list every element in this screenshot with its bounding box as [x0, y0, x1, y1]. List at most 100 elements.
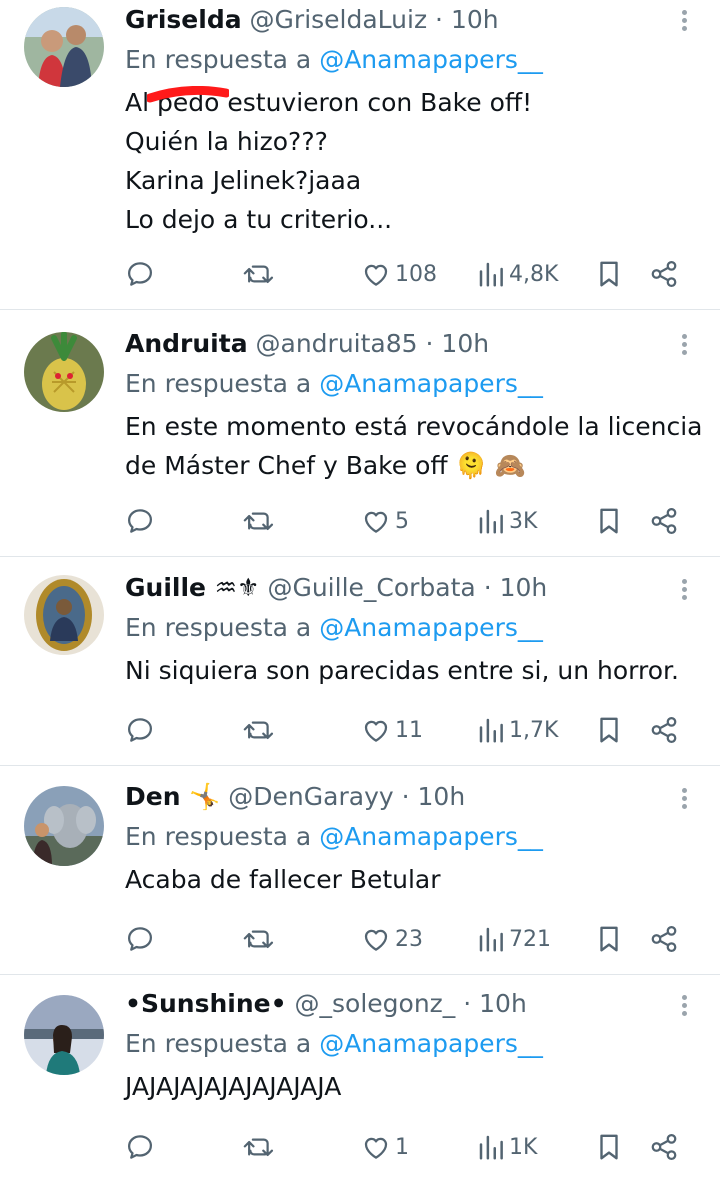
reply-mention[interactable]: @Anamapapers__: [319, 1029, 543, 1058]
avatar[interactable]: [24, 575, 104, 655]
view-count: 4,8K: [509, 261, 559, 287]
like-icon: [364, 511, 388, 533]
reply-button[interactable]: [125, 503, 155, 539]
more-icon[interactable]: [678, 579, 690, 603]
share-icon: [651, 508, 677, 534]
tweet-line: Karina Jelinek?jaaa: [125, 166, 362, 195]
handle[interactable]: @andruita85: [256, 329, 418, 358]
handle[interactable]: @_solegonz_: [295, 989, 456, 1018]
reply-mention[interactable]: @Anamapapers__: [319, 45, 543, 74]
retweet-button[interactable]: [243, 712, 275, 748]
handle[interactable]: @Guille_Corbata: [267, 573, 475, 602]
more-icon[interactable]: [678, 995, 690, 1019]
retweet-button[interactable]: [243, 921, 275, 957]
handle[interactable]: @GriseldaLuiz: [250, 5, 428, 34]
tweet-line: Acaba de fallecer Betular: [125, 865, 441, 894]
display-name[interactable]: Den 🤸: [125, 782, 220, 811]
bookmark-icon: [600, 1134, 618, 1160]
avatar[interactable]: [24, 786, 104, 866]
retweet-button[interactable]: [243, 1129, 275, 1165]
tweet-line: JAJAJAJAJAJAJAJAJA: [125, 1072, 342, 1101]
more-icon[interactable]: [678, 10, 690, 34]
timestamp[interactable]: · 10h: [484, 573, 548, 602]
redaction-mark: [147, 86, 229, 103]
reply-button[interactable]: [125, 712, 155, 748]
bookmark-button[interactable]: [595, 503, 623, 539]
share-button[interactable]: [649, 503, 679, 539]
retweet-icon: [243, 512, 274, 531]
reply-button[interactable]: [125, 1129, 155, 1165]
timestamp[interactable]: · 10h: [435, 5, 499, 34]
like-button[interactable]: 23: [361, 921, 423, 957]
like-button[interactable]: 1: [361, 1129, 409, 1165]
share-button[interactable]: [649, 712, 679, 748]
like-icon: [364, 929, 388, 951]
tweet-header: Andruita @andruita85 · 10h: [125, 324, 670, 364]
tweet[interactable]: Den 🤸 @DenGarayy · 10h En respuesta a @A…: [0, 766, 720, 975]
bookmark-button[interactable]: [595, 921, 623, 957]
reply-prefix: En respuesta a: [125, 822, 312, 851]
handle[interactable]: @DenGarayy: [228, 782, 393, 811]
tweet-line: En este momento está revocándole la lice…: [125, 412, 703, 441]
avatar[interactable]: [24, 7, 104, 87]
more-icon[interactable]: [678, 334, 690, 358]
timestamp[interactable]: · 10h: [402, 782, 466, 811]
reply-button[interactable]: [125, 921, 155, 957]
reply-context: En respuesta a @Anamapapers__: [125, 364, 670, 404]
display-name[interactable]: Andruita: [125, 329, 248, 358]
views-icon: [479, 927, 503, 952]
share-icon: [651, 1134, 677, 1160]
tweet-header: Guille ♒⚜ @Guille_Corbata · 10h: [125, 568, 670, 608]
share-icon: [651, 926, 677, 952]
share-button[interactable]: [649, 256, 679, 292]
like-count: 11: [395, 717, 423, 743]
share-button[interactable]: [649, 921, 679, 957]
bookmark-button[interactable]: [595, 256, 623, 292]
views-icon: [479, 1135, 503, 1160]
reply-icon: [128, 1135, 152, 1159]
tweet[interactable]: Guille ♒⚜ @Guille_Corbata · 10h En respu…: [0, 557, 720, 766]
share-icon: [651, 261, 677, 287]
views-icon: [479, 718, 503, 743]
reply-button[interactable]: [125, 256, 155, 292]
avatar[interactable]: [24, 332, 104, 412]
action-bar: 11 1,7K: [125, 712, 684, 748]
like-button[interactable]: 108: [361, 256, 437, 292]
retweet-icon: [243, 1138, 274, 1157]
bookmark-icon: [600, 717, 618, 743]
avatar[interactable]: [24, 995, 104, 1075]
timestamp[interactable]: · 10h: [463, 989, 527, 1018]
like-button[interactable]: 5: [361, 503, 409, 539]
like-count: 5: [395, 508, 409, 534]
views-button[interactable]: 1K: [477, 1129, 537, 1165]
retweet-button[interactable]: [243, 256, 275, 292]
like-button[interactable]: 11: [361, 712, 423, 748]
bookmark-button[interactable]: [595, 712, 623, 748]
reply-mention[interactable]: @Anamapapers__: [319, 822, 543, 851]
like-icon: [364, 1137, 388, 1159]
more-icon[interactable]: [678, 788, 690, 812]
reply-context: En respuesta a @Anamapapers__: [125, 40, 670, 80]
display-name[interactable]: Guille ♒⚜: [125, 573, 260, 602]
tweet-header: Griselda @GriseldaLuiz · 10h: [125, 0, 670, 40]
share-icon: [651, 717, 677, 743]
reply-prefix: En respuesta a: [125, 613, 312, 642]
views-button[interactable]: 1,7K: [477, 712, 558, 748]
reply-context: En respuesta a @Anamapapers__: [125, 608, 670, 648]
tweet[interactable]: •Sunshine• @_solegonz_ · 10h En respuest…: [0, 975, 720, 1178]
display-name[interactable]: Griselda: [125, 5, 242, 34]
views-button[interactable]: 3K: [477, 503, 537, 539]
retweet-button[interactable]: [243, 503, 275, 539]
bookmark-button[interactable]: [595, 1129, 623, 1165]
views-button[interactable]: 721: [477, 921, 551, 957]
share-button[interactable]: [649, 1129, 679, 1165]
tweet-line: de Máster Chef y Bake off 🫠 🙈: [125, 451, 526, 480]
tweet[interactable]: Griselda @GriseldaLuiz · 10h En respuest…: [0, 0, 720, 310]
view-count: 1K: [509, 1134, 538, 1160]
tweet[interactable]: Andruita @andruita85 · 10h En respuesta …: [0, 310, 720, 557]
timestamp[interactable]: · 10h: [426, 329, 490, 358]
reply-mention[interactable]: @Anamapapers__: [319, 369, 543, 398]
views-button[interactable]: 4,8K: [477, 256, 558, 292]
display-name[interactable]: •Sunshine•: [125, 989, 287, 1018]
reply-mention[interactable]: @Anamapapers__: [319, 613, 543, 642]
